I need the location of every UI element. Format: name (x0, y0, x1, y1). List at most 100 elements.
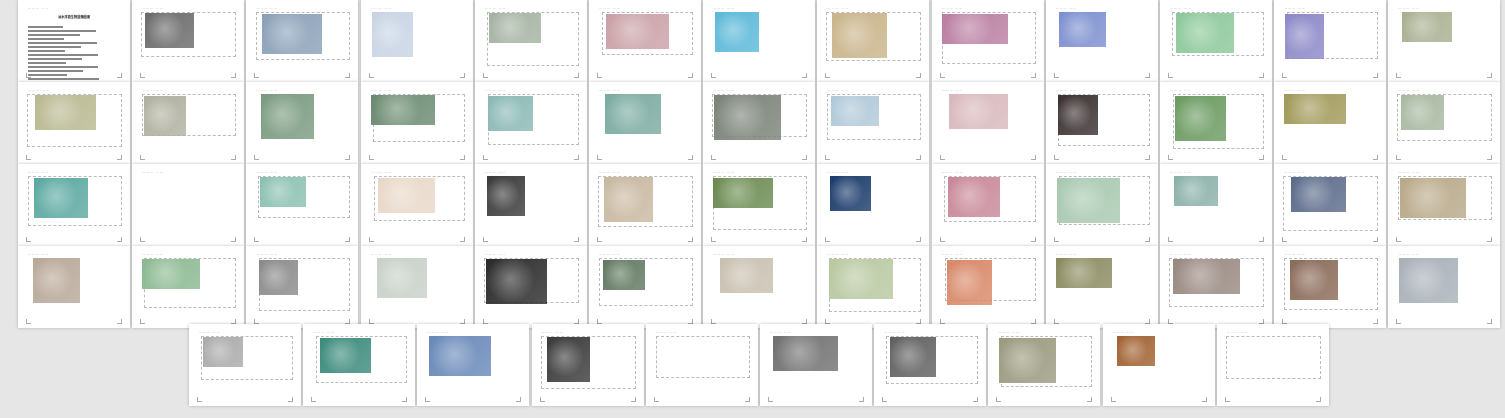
page-thumbnail[interactable]: — — — · — — (18, 246, 130, 328)
page-thumbnail[interactable]: — — — · — — (931, 164, 1044, 246)
corner-mark (1030, 237, 1036, 242)
page-thumbnail[interactable]: — — — · — — (246, 246, 359, 328)
page-thumbnail[interactable]: — — — · — — (703, 0, 816, 82)
page-thumbnail[interactable]: — — — · — — (189, 324, 301, 406)
page-thumbnail[interactable]: — — — · — — (132, 246, 245, 328)
page-thumbnail[interactable]: — — — · — — (703, 246, 816, 328)
page-thumbnail[interactable]: — — — · — — (589, 246, 701, 328)
page-thumbnail[interactable]: — — — · — — (817, 164, 930, 246)
page-thumbnail[interactable]: — — — · — — (589, 82, 701, 164)
corner-mark (882, 397, 888, 402)
page-thumbnail[interactable]: — — — · — — (531, 324, 644, 406)
corner-mark (1168, 237, 1173, 242)
page-thumbnail[interactable]: — — — · — — (645, 324, 758, 406)
text-line (28, 42, 97, 44)
corner-mark (1373, 155, 1379, 160)
page-thumbnail[interactable]: — — — · — — (817, 246, 930, 328)
corner-mark (1373, 319, 1379, 324)
page-thumbnail[interactable]: — — — · — — (1045, 0, 1158, 82)
page-thumbnail[interactable]: — — — · — — (1274, 246, 1387, 328)
corner-mark (1053, 73, 1059, 78)
page-thumbnail[interactable]: — — — · — — (303, 324, 416, 406)
page-thumbnail[interactable]: — — — · — — (1274, 82, 1387, 164)
blue-glow-image (830, 176, 872, 211)
page-thumbnail[interactable]: — — — · — — (360, 164, 473, 246)
corner-mark (140, 237, 146, 242)
page-thumbnail[interactable]: — — — · — — (589, 164, 701, 246)
corner-mark (653, 397, 659, 402)
page-thumbnail[interactable]: — — — · — — (474, 246, 587, 328)
olive-cells-image (1055, 258, 1112, 288)
page-thumbnail[interactable]: — — — · — — (703, 164, 816, 246)
page-thumbnail[interactable]: — — — · — — 淡水浮游生物显微图谱 (18, 0, 130, 82)
text-line (28, 38, 65, 40)
page-thumbnail[interactable]: — — — · — — (246, 0, 359, 82)
page-header-text: — — — · — — (941, 88, 963, 92)
page-thumbnail[interactable]: — — — · — — (931, 0, 1044, 82)
page-thumbnail[interactable]: — — — · — — (18, 82, 130, 164)
page-thumbnail[interactable]: — — — · — — (1102, 324, 1215, 406)
page-thumbnail[interactable]: — — — · — — (1388, 82, 1501, 164)
page-thumbnail[interactable]: — — — · — — (1045, 82, 1158, 164)
page-thumbnail[interactable]: — — — · — — (360, 246, 473, 328)
page-thumbnail[interactable]: — — — · — — (1045, 164, 1158, 246)
page-thumbnail[interactable]: — — — · — — (132, 164, 245, 246)
page-thumbnail[interactable]: — — — · — — (760, 324, 872, 406)
corner-mark (368, 237, 374, 242)
rod-bacteria-image (832, 13, 888, 58)
page-thumbnail[interactable]: — — — · — — (1388, 164, 1501, 246)
corner-mark (231, 155, 237, 160)
page-thumbnail[interactable]: — — — · — — (874, 324, 987, 406)
page-header-text: — — — · — — (941, 6, 963, 10)
page-thumbnail[interactable]: — — — · — — (1160, 246, 1272, 328)
page-thumbnail[interactable]: — — — · — — (1388, 0, 1501, 82)
text-line (28, 74, 67, 76)
text-line (28, 50, 65, 52)
pale-green-image (1056, 178, 1120, 223)
page-thumbnail[interactable]: — — — · — — (589, 0, 701, 82)
page-thumbnail[interactable]: — — — · — — (246, 82, 359, 164)
page-thumbnail[interactable]: — — — · — — (132, 0, 245, 82)
tan-mass-image (1400, 178, 1467, 218)
page-thumbnail[interactable]: — — — · — — (18, 164, 130, 246)
corner-mark (254, 73, 260, 78)
page-thumbnail[interactable]: — — — · — — (1160, 0, 1272, 82)
green-yellow-image (603, 260, 645, 290)
corner-mark (26, 155, 31, 160)
teal-algae-image (487, 96, 533, 131)
corner-mark (140, 319, 146, 324)
page-thumbnail[interactable]: — — — · — — (931, 82, 1044, 164)
page-thumbnail[interactable]: — — — · — — (1045, 246, 1158, 328)
page-thumbnail[interactable]: — — — · — — (360, 82, 473, 164)
page-thumbnail[interactable]: — — — · — — (817, 82, 930, 164)
page-thumbnail[interactable]: — — — · — — (360, 0, 473, 82)
green-plate-image (370, 95, 435, 125)
page-thumbnail[interactable]: — — — · — — (1274, 0, 1387, 82)
page-header-text: — — — · — — (1055, 170, 1077, 174)
blue-colony-image (715, 12, 760, 52)
page-thumbnail[interactable]: — — — · — — (1388, 246, 1501, 328)
page-thumbnail[interactable]: — — — · — — (988, 324, 1101, 406)
page-thumbnail[interactable]: — — — · — — (1216, 324, 1329, 406)
page-thumbnail[interactable]: — — — · — — (703, 82, 816, 164)
corner-mark (711, 155, 717, 160)
page-thumbnail[interactable]: — — — · — — (1160, 82, 1272, 164)
grey-plants-image (259, 260, 299, 295)
page-thumbnail[interactable]: — — — · — — (817, 0, 930, 82)
page-header-text: — — — · — — (142, 170, 163, 174)
page-thumbnail[interactable]: — — — · — — (474, 82, 587, 164)
page-thumbnail[interactable]: — — — · — — (931, 246, 1044, 328)
page-thumbnail[interactable]: — — — · — — (246, 164, 359, 246)
page-thumbnail[interactable]: — — — · — — (1274, 164, 1387, 246)
page-thumbnail[interactable]: — — — · — — (417, 324, 530, 406)
page-header-text: — — — · — — (1170, 88, 1191, 92)
page-thumbnail[interactable]: — — — · — — (474, 0, 587, 82)
page-thumbnail[interactable]: — — — · — — (474, 164, 587, 246)
corner-mark (26, 237, 31, 242)
page-thumbnail[interactable]: — — — · — — (1160, 164, 1272, 246)
corner-mark (516, 397, 522, 402)
page-header-text: — — — · — — (1398, 88, 1420, 92)
page-thumbnail[interactable]: — — — · — — (132, 82, 245, 164)
corner-mark (1259, 73, 1264, 78)
page-header-text: — — — · — — (713, 6, 734, 10)
